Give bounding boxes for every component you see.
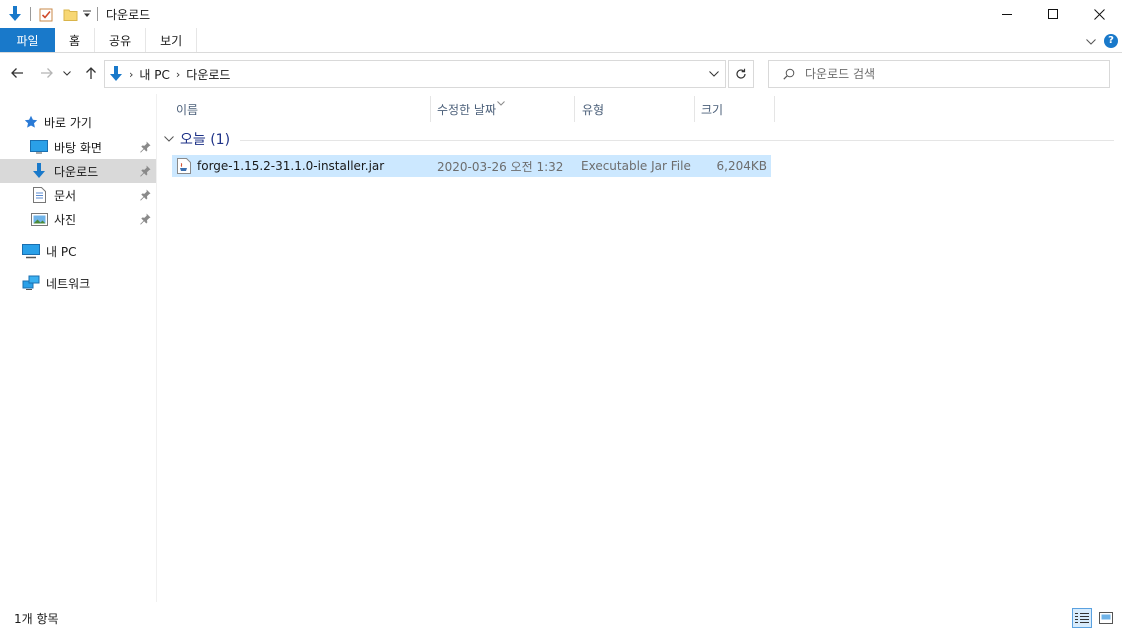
nav-item-label: 바탕 화면 [54, 140, 102, 155]
breadcrumb-this-pc[interactable]: 내 PC [139, 66, 169, 83]
pin-icon[interactable] [138, 164, 152, 178]
search-icon [783, 68, 795, 80]
refresh-button[interactable] [728, 60, 754, 88]
nav-item-desktop[interactable]: 바탕 화면 [0, 135, 156, 159]
properties-icon[interactable] [37, 5, 55, 23]
recent-locations-dropdown[interactable] [60, 62, 74, 84]
nav-network[interactable]: 네트워크 [0, 271, 156, 295]
download-icon [30, 162, 48, 180]
quick-access-toolbar [0, 0, 93, 28]
address-history-dropdown[interactable] [703, 61, 725, 87]
column-divider[interactable] [774, 96, 775, 122]
title-bar: 다운로드 [0, 0, 1122, 28]
nav-this-pc[interactable]: 내 PC [0, 239, 156, 263]
address-bar[interactable]: › 내 PC › 다운로드 [104, 60, 726, 88]
chevron-down-icon[interactable] [164, 136, 174, 142]
search-input[interactable] [805, 67, 1085, 81]
forward-button[interactable] [36, 62, 58, 84]
pane-divider[interactable] [156, 94, 157, 602]
large-icons-view-button[interactable] [1096, 608, 1116, 628]
group-header-today[interactable]: 오늘 (1) [164, 128, 230, 150]
chevron-right-icon[interactable]: › [176, 68, 180, 81]
download-location-icon [109, 66, 123, 82]
column-header-type[interactable]: 유형 [582, 96, 604, 122]
nav-this-pc-label: 내 PC [46, 244, 77, 259]
column-header-name[interactable]: 이름 [176, 96, 198, 122]
tab-home[interactable]: 홈 [55, 28, 96, 52]
breadcrumb-downloads[interactable]: 다운로드 [186, 66, 230, 83]
maximize-button[interactable] [1030, 0, 1076, 28]
search-box[interactable] [768, 60, 1110, 88]
pin-icon[interactable] [138, 140, 152, 154]
window-controls [984, 0, 1122, 28]
title-separator [97, 7, 98, 21]
up-button[interactable] [80, 62, 102, 84]
navigation-bar: › 내 PC › 다운로드 [0, 54, 1122, 94]
desktop-icon [30, 138, 48, 156]
computer-icon [22, 242, 40, 260]
pictures-icon [30, 210, 48, 228]
navigation-pane: 바로 가기 바탕 화면 다운로드 문서 사진 내 PC 네트워크 [0, 94, 157, 602]
group-label: 오늘 (1) [180, 132, 231, 148]
nav-quick-access[interactable]: 바로 가기 [0, 110, 156, 134]
file-size: 6,204KB [716, 159, 767, 173]
pin-icon[interactable] [138, 188, 152, 202]
nav-item-label: 사진 [54, 212, 77, 227]
nav-item-downloads[interactable]: 다운로드 [0, 159, 156, 183]
toolbar-separator [30, 7, 31, 21]
tab-view[interactable]: 보기 [146, 28, 198, 52]
star-icon [24, 113, 38, 131]
download-folder-icon[interactable] [6, 5, 24, 23]
column-divider[interactable] [574, 96, 575, 122]
minimize-button[interactable] [984, 0, 1030, 28]
new-folder-icon[interactable] [61, 5, 79, 23]
column-header-date[interactable]: 수정한 날짜 [437, 96, 496, 122]
back-button[interactable] [6, 62, 28, 84]
status-item-count: 1개 항목 [14, 612, 59, 626]
window-title: 다운로드 [106, 7, 151, 22]
details-view-button[interactable] [1072, 608, 1092, 628]
ribbon-right-controls: ? [1086, 28, 1118, 53]
nav-item-label: 문서 [54, 188, 77, 203]
nav-item-documents[interactable]: 문서 [0, 183, 156, 207]
file-date: 2020-03-26 오전 1:32 [437, 159, 564, 174]
breadcrumb: › 내 PC › 다운로드 [105, 61, 703, 87]
close-button[interactable] [1076, 0, 1122, 28]
column-header-size[interactable]: 크기 [701, 96, 723, 122]
tab-file[interactable]: 파일 [0, 28, 55, 52]
nav-item-pictures[interactable]: 사진 [0, 207, 156, 231]
file-name-cell[interactable]: forge-1.15.2-31.1.0-installer.jar [176, 158, 384, 174]
help-icon[interactable]: ? [1104, 33, 1118, 48]
expand-ribbon-icon[interactable] [1086, 34, 1096, 48]
chevron-right-icon[interactable]: › [129, 68, 133, 81]
column-divider[interactable] [430, 96, 431, 122]
ribbon-tabs: 파일 홈 공유 보기 ? [0, 28, 1122, 53]
network-icon [22, 274, 40, 292]
nav-quick-access-label: 바로 가기 [44, 115, 92, 130]
sort-indicator-icon [497, 95, 505, 109]
group-divider [240, 140, 1114, 141]
pin-icon[interactable] [138, 212, 152, 226]
file-type: Executable Jar File [581, 159, 691, 173]
tab-share[interactable]: 공유 [95, 28, 147, 52]
nav-network-label: 네트워크 [46, 276, 91, 291]
jar-file-icon [176, 158, 192, 174]
view-switcher [1072, 608, 1116, 628]
customize-toolbar-dropdown-icon[interactable] [81, 5, 93, 23]
column-divider[interactable] [694, 96, 695, 122]
document-icon [30, 186, 48, 204]
file-name: forge-1.15.2-31.1.0-installer.jar [197, 159, 385, 173]
nav-item-label: 다운로드 [54, 164, 99, 179]
